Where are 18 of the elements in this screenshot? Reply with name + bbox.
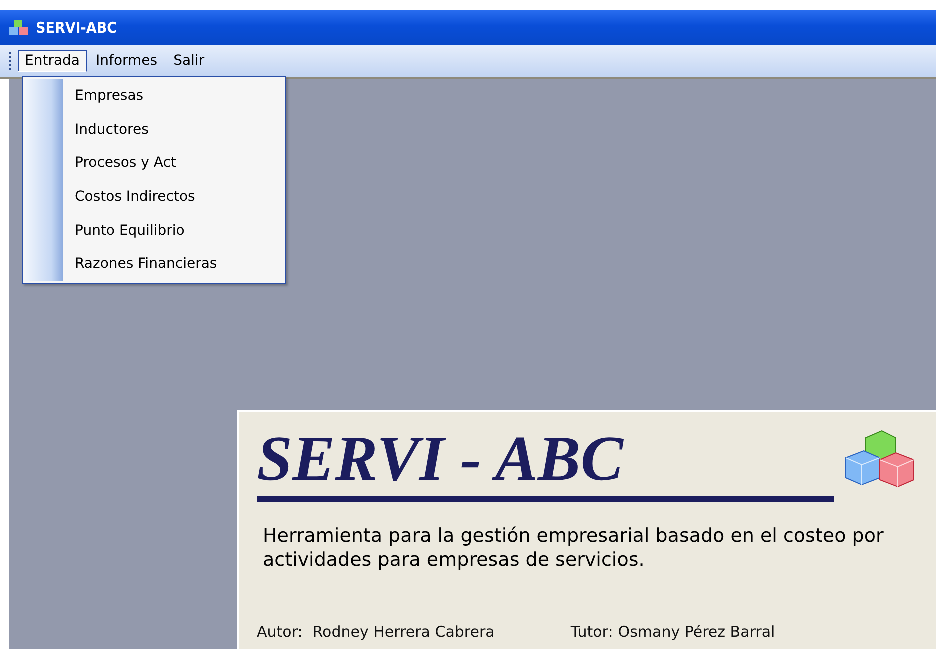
tutor-name: Osmany Pérez Barral	[618, 623, 776, 641]
menu-entry[interactable]: Procesos y Act	[63, 146, 285, 180]
author-name: Rodney Herrera Cabrera	[312, 623, 495, 641]
menu-entry[interactable]: Inductores	[63, 112, 285, 146]
menu-entry[interactable]: Empresas	[63, 79, 285, 113]
tutor-label: Tutor:	[570, 623, 614, 641]
window-title: SERVI-ABC	[36, 18, 118, 36]
menu-entry[interactable]: Punto Equilibrio	[63, 214, 285, 248]
cubes-icon	[8, 18, 30, 36]
author-label: Autor:	[257, 623, 303, 641]
grip-icon[interactable]	[8, 51, 12, 71]
menu-item[interactable]: Informes	[89, 50, 165, 72]
menu-item[interactable]: Entrada	[18, 50, 88, 72]
menu-item[interactable]: Salir	[166, 50, 212, 72]
description: Herramienta para la gestión empresarial basado en el costeo por actividades para empresas de servicios.	[263, 524, 885, 572]
menu-entry[interactable]: Razones Financieras	[63, 247, 285, 282]
logo-title: SERVI - ABC	[257, 422, 834, 502]
menu-entry[interactable]: Costos Indirectos	[63, 180, 285, 214]
